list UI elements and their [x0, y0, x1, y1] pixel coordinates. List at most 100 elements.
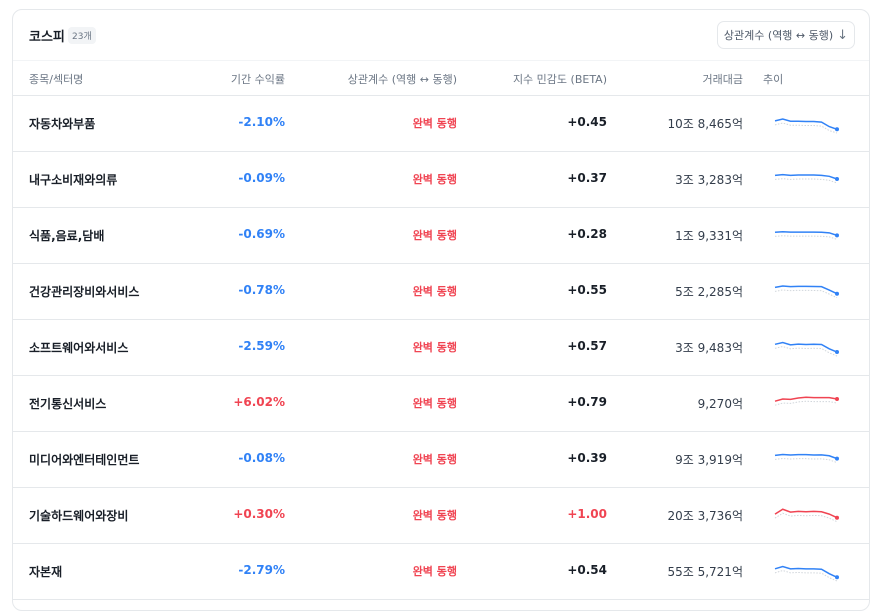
trend-line — [774, 396, 838, 402]
column-name[interactable]: 종목/섹터명 — [29, 71, 83, 87]
trend-sparkline — [774, 396, 839, 406]
trend-endpoint — [835, 397, 839, 402]
trend-endpoint — [835, 575, 839, 580]
sector-name: 소프트웨어와서비스 — [29, 341, 129, 355]
trend-endpoint — [835, 456, 839, 461]
trend-sparkline — [774, 231, 839, 240]
index-comparison-line — [774, 512, 838, 523]
column-beta[interactable]: 지수 민감도 (BETA) — [513, 71, 607, 87]
trend-sparkline — [774, 508, 839, 523]
trend-endpoint — [835, 515, 839, 520]
trading-volume: 9,270억 — [697, 397, 743, 411]
index-comparison-line — [774, 178, 838, 184]
beta-value: +0.39 — [567, 451, 607, 465]
trend-line — [774, 453, 838, 460]
index-comparison-line — [774, 289, 838, 299]
table-row[interactable]: 기술하드웨어와장비 +0.30% 완벽 동행 +1.00 20조 3,736억 — [13, 488, 869, 544]
table-row[interactable]: 소프트웨어와서비스 -2.59% 완벽 동행 +0.57 3조 9,483억 — [13, 320, 869, 376]
period-return: -0.09% — [238, 171, 285, 185]
beta-value: +0.45 — [567, 115, 607, 129]
table-row[interactable]: 식품,음료,담배 -0.69% 완벽 동행 +0.28 1조 9,331억 — [13, 208, 869, 264]
column-return[interactable]: 기간 수익률 — [231, 71, 285, 87]
sector-name: 건강관리장비와서비스 — [29, 285, 140, 299]
trend-endpoint — [835, 350, 839, 355]
period-return: -0.08% — [238, 451, 285, 465]
period-return: -2.79% — [238, 563, 285, 577]
beta-value: +0.55 — [567, 283, 607, 297]
sector-name: 식품,음료,담배 — [29, 229, 105, 243]
trend-sparkline — [774, 118, 839, 134]
table-row[interactable]: 건강관리장비와서비스 -0.78% 완벽 동행 +0.55 5조 2,285억 — [13, 264, 869, 320]
beta-value: +0.79 — [567, 395, 607, 409]
sector-name: 내구소비재와의류 — [29, 173, 118, 187]
index-comparison-line — [774, 400, 838, 406]
correlation-label: 완벽 동행 — [412, 173, 457, 186]
trend-sparkline — [774, 285, 839, 299]
table-row[interactable]: 자동차와부품 -2.10% 완벽 동행 +0.45 10조 8,465억 — [13, 96, 869, 152]
trading-volume: 3조 9,483억 — [675, 341, 743, 355]
column-volume[interactable]: 거래대금 — [703, 71, 743, 87]
card-header: 코스피 23개 상관계수 (역행 ↔ 동행) ↓ — [13, 10, 869, 60]
correlation-label: 완벽 동행 — [412, 285, 457, 298]
arrow-down-icon: ↓ — [837, 27, 849, 43]
beta-value: +1.00 — [567, 507, 607, 521]
period-return: +0.30% — [233, 507, 285, 521]
correlation-label: 완벽 동행 — [412, 229, 457, 242]
period-return: +6.02% — [233, 395, 285, 409]
sector-name: 자동차와부품 — [29, 117, 96, 131]
trend-sparkline — [774, 173, 839, 184]
column-trend: 추이 — [763, 73, 784, 86]
trend-line — [774, 118, 838, 131]
trend-endpoint — [835, 177, 839, 181]
beta-value: +0.28 — [567, 227, 607, 241]
table-row[interactable]: 자본재 -2.79% 완벽 동행 +0.54 55조 5,721억 — [13, 544, 869, 600]
trading-volume: 55조 5,721억 — [667, 565, 743, 579]
beta-value: +0.54 — [567, 563, 607, 577]
table-row[interactable]: 전기통신서비스 +6.02% 완벽 동행 +0.79 9,270억 — [13, 376, 869, 432]
sort-label: 상관계수 (역행 ↔ 동행) — [723, 29, 834, 42]
correlation-label: 완벽 동행 — [412, 117, 457, 130]
sector-correlation-card: 코스피 23개 상관계수 (역행 ↔ 동행) ↓ 종목/섹터명 기간 수익률 상… — [12, 9, 870, 611]
sector-name: 기술하드웨어와장비 — [29, 509, 129, 523]
trading-volume: 10조 8,465억 — [667, 117, 743, 131]
trend-endpoint — [835, 127, 839, 132]
market-title: 코스피 — [29, 30, 65, 45]
index-comparison-line — [774, 457, 838, 464]
correlation-label: 완벽 동행 — [412, 453, 457, 466]
trend-sparkline — [774, 341, 839, 357]
trend-sparkline — [774, 565, 839, 582]
trend-endpoint — [835, 291, 839, 296]
index-comparison-line — [774, 122, 838, 134]
period-return: -0.78% — [238, 283, 285, 297]
trend-endpoint — [835, 233, 839, 238]
trend-line — [774, 508, 838, 519]
period-return: -2.59% — [238, 339, 285, 353]
beta-value: +0.57 — [567, 339, 607, 353]
sector-name: 자본재 — [29, 565, 63, 579]
trading-volume: 1조 9,331억 — [675, 229, 743, 243]
sort-dropdown-button[interactable]: 상관계수 (역행 ↔ 동행) ↓ — [717, 21, 855, 49]
index-comparison-line — [774, 235, 838, 240]
sector-name: 미디어와엔터테인먼트 — [29, 453, 140, 467]
beta-value: +0.37 — [567, 171, 607, 185]
correlation-label: 완벽 동행 — [412, 341, 457, 354]
trading-volume: 3조 3,283억 — [675, 173, 743, 187]
trading-volume: 9조 3,919억 — [675, 453, 743, 467]
trend-line — [774, 231, 838, 237]
correlation-label: 완벽 동행 — [412, 509, 457, 522]
trend-line — [774, 565, 838, 578]
trend-sparkline — [774, 453, 839, 464]
table-row[interactable]: 미디어와엔터테인먼트 -0.08% 완벽 동행 +0.39 9조 3,919억 — [13, 432, 869, 488]
correlation-label: 완벽 동행 — [412, 565, 457, 578]
period-return: -2.10% — [238, 115, 285, 129]
item-count-badge: 23개 — [68, 27, 96, 44]
period-return: -0.69% — [238, 227, 285, 241]
sector-name: 전기통신서비스 — [29, 397, 107, 411]
table-header: 종목/섹터명 기간 수익률 상관계수 (역행 ↔ 동행) 지수 민감도 (BET… — [13, 60, 869, 96]
table-row[interactable]: 내구소비재와의류 -0.09% 완벽 동행 +0.37 3조 3,283억 — [13, 152, 869, 208]
table-body: 자동차와부품 -2.10% 완벽 동행 +0.45 10조 8,465억내구소비재와의류… — [13, 96, 869, 600]
trading-volume: 5조 2,285억 — [675, 285, 743, 299]
column-correlation[interactable]: 상관계수 (역행 ↔ 동행) — [348, 71, 457, 87]
correlation-label: 완벽 동행 — [412, 397, 457, 410]
trading-volume: 20조 3,736억 — [667, 509, 743, 523]
